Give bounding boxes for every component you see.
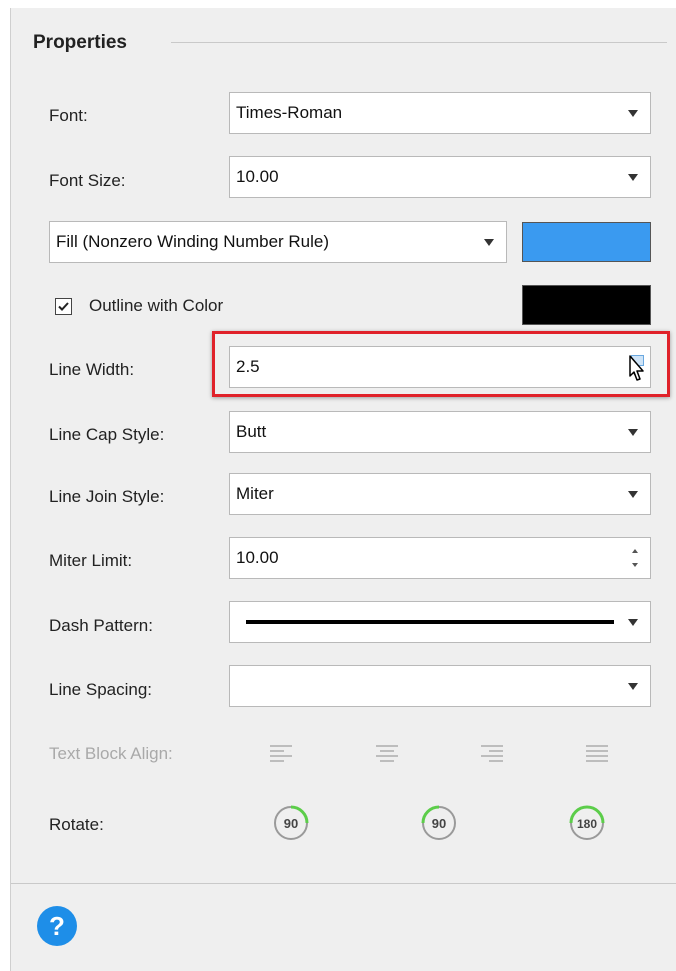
rotate-ccw-90-button[interactable]: 90 [271, 803, 311, 843]
chevron-down-icon[interactable] [628, 174, 638, 181]
line-join-label: Line Join Style: [49, 487, 165, 506]
fill-rule-value: Fill (Nonzero Winding Number Rule) [56, 232, 330, 251]
rotate-180-icon: 180 [569, 805, 605, 840]
line-width-label: Line Width: [49, 360, 135, 379]
rotate-cw-90-button[interactable]: 90 [419, 803, 459, 843]
help-button[interactable]: ? [37, 906, 77, 946]
line-spacing-dropdown[interactable] [229, 665, 651, 707]
rotate-label: Rotate: [49, 815, 104, 834]
outline-color-swatch[interactable] [522, 285, 651, 325]
title-divider [171, 42, 667, 43]
footer-divider [11, 883, 676, 884]
font-value: Times-Roman [236, 103, 343, 122]
miter-limit-value: 10.00 [236, 548, 279, 567]
rotate-180-text: 180 [577, 817, 597, 831]
font-label: Font: [49, 106, 88, 125]
font-size-dropdown[interactable]: 10.00 [229, 156, 651, 198]
line-spacing-label: Line Spacing: [49, 680, 153, 699]
rotate-cw-90-text: 90 [432, 816, 446, 831]
spin-down-button[interactable] [632, 563, 638, 567]
chevron-down-icon[interactable] [628, 683, 638, 690]
line-cap-value: Butt [236, 422, 267, 441]
line-join-value: Miter [236, 484, 274, 503]
dash-pattern-label: Dash Pattern: [49, 616, 153, 635]
font-size-label: Font Size: [49, 171, 126, 190]
font-dropdown[interactable]: Times-Roman [229, 92, 651, 134]
text-block-align-label: Text Block Align: [49, 744, 173, 763]
mouse-cursor-icon [629, 355, 644, 381]
checkmark-icon [58, 302, 69, 311]
miter-limit-label: Miter Limit: [49, 551, 133, 570]
font-size-value: 10.00 [236, 167, 279, 186]
fill-color-swatch[interactable] [522, 222, 651, 262]
line-join-dropdown[interactable]: Miter [229, 473, 651, 515]
solid-line-preview [246, 620, 614, 624]
chevron-down-icon[interactable] [628, 491, 638, 498]
align-right-icon[interactable] [481, 745, 503, 762]
rotate-180-button[interactable]: 180 [567, 803, 607, 843]
miter-limit-spinbox[interactable]: 10.00 [229, 537, 651, 579]
chevron-down-icon[interactable] [628, 619, 638, 626]
chevron-down-icon[interactable] [628, 110, 638, 117]
rotate-right-icon: 90 [421, 805, 456, 840]
highlight-box [212, 331, 670, 397]
line-cap-label: Line Cap Style: [49, 425, 165, 444]
properties-panel: Properties Font: Times-Roman Font Size: … [10, 8, 676, 971]
align-left-icon[interactable] [270, 745, 292, 762]
rotate-ccw-90-text: 90 [284, 816, 298, 831]
chevron-down-icon[interactable] [484, 239, 494, 246]
outline-checkbox[interactable] [55, 298, 72, 315]
fill-rule-dropdown[interactable]: Fill (Nonzero Winding Number Rule) [49, 221, 507, 263]
line-cap-dropdown[interactable]: Butt [229, 411, 651, 453]
chevron-down-icon[interactable] [628, 429, 638, 436]
outline-label: Outline with Color [89, 296, 224, 315]
align-center-icon[interactable] [376, 745, 398, 762]
rotate-left-icon: 90 [274, 805, 309, 840]
dash-pattern-dropdown[interactable] [229, 601, 651, 643]
spin-up-button[interactable] [632, 549, 638, 553]
align-justify-icon[interactable] [586, 745, 608, 762]
panel-title: Properties [33, 32, 127, 53]
